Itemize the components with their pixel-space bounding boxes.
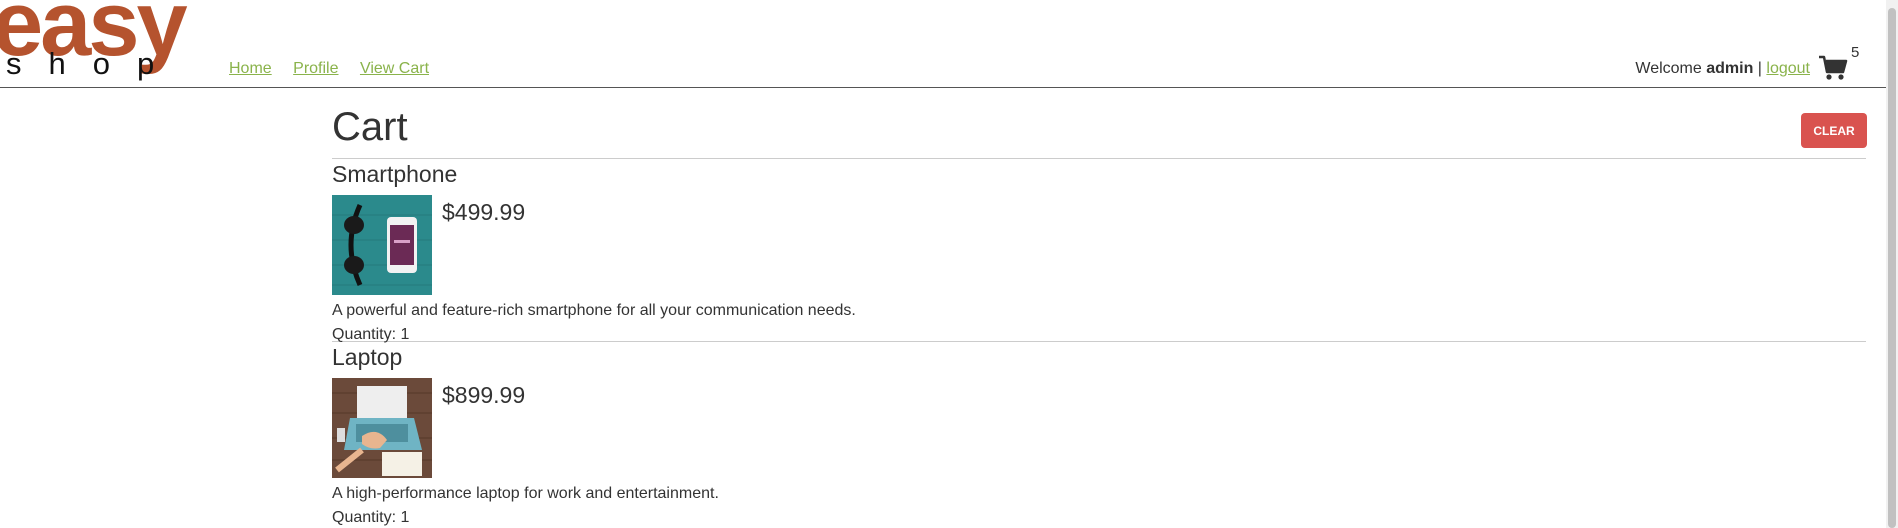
item-description: A powerful and feature-rich smartphone f… (332, 302, 856, 319)
smartphone-image (332, 195, 432, 295)
clear-cart-button[interactable]: CLEAR (1801, 113, 1867, 148)
welcome-text: Welcome (1635, 60, 1702, 77)
separator: | (1757, 60, 1762, 77)
laptop-image (332, 378, 432, 478)
cart-page: Cart CLEAR Smartphone $499.99 A powerful… (332, 100, 1867, 526)
item-price: $899.99 (442, 382, 526, 408)
logout-link[interactable]: logout (1766, 60, 1810, 77)
item-description: A high-performance laptop for work and e… (332, 485, 719, 502)
item-price: $499.99 (442, 199, 526, 225)
cart-icon[interactable] (1818, 54, 1848, 82)
username: admin (1706, 60, 1754, 77)
nav-profile-link[interactable]: Profile (293, 60, 338, 77)
welcome-area: Welcome admin | logout (1635, 60, 1810, 78)
page-scrollbar[interactable] (1886, 0, 1898, 528)
site-header: easy shop Home Profile View Cart Welcome… (0, 0, 1886, 88)
logo-text-bottom: shop (6, 46, 182, 81)
main-nav: Home Profile View Cart (229, 60, 446, 78)
page-title: Cart (332, 105, 408, 149)
cart-count-badge: 5 (1851, 44, 1860, 61)
cart-item: Laptop $899.99 A high-performance laptop… (332, 342, 1866, 526)
easy-shop-logo[interactable]: easy shop (0, 0, 212, 86)
item-name: Smartphone (332, 161, 458, 187)
nav-home-link[interactable]: Home (229, 60, 272, 77)
nav-view-cart-link[interactable]: View Cart (360, 60, 429, 77)
item-quantity: Quantity: 1 (332, 509, 410, 526)
item-name: Laptop (332, 344, 403, 370)
cart-item: Smartphone $499.99 A powerful and featur… (332, 159, 1866, 343)
scrollbar-thumb[interactable] (1888, 8, 1896, 528)
